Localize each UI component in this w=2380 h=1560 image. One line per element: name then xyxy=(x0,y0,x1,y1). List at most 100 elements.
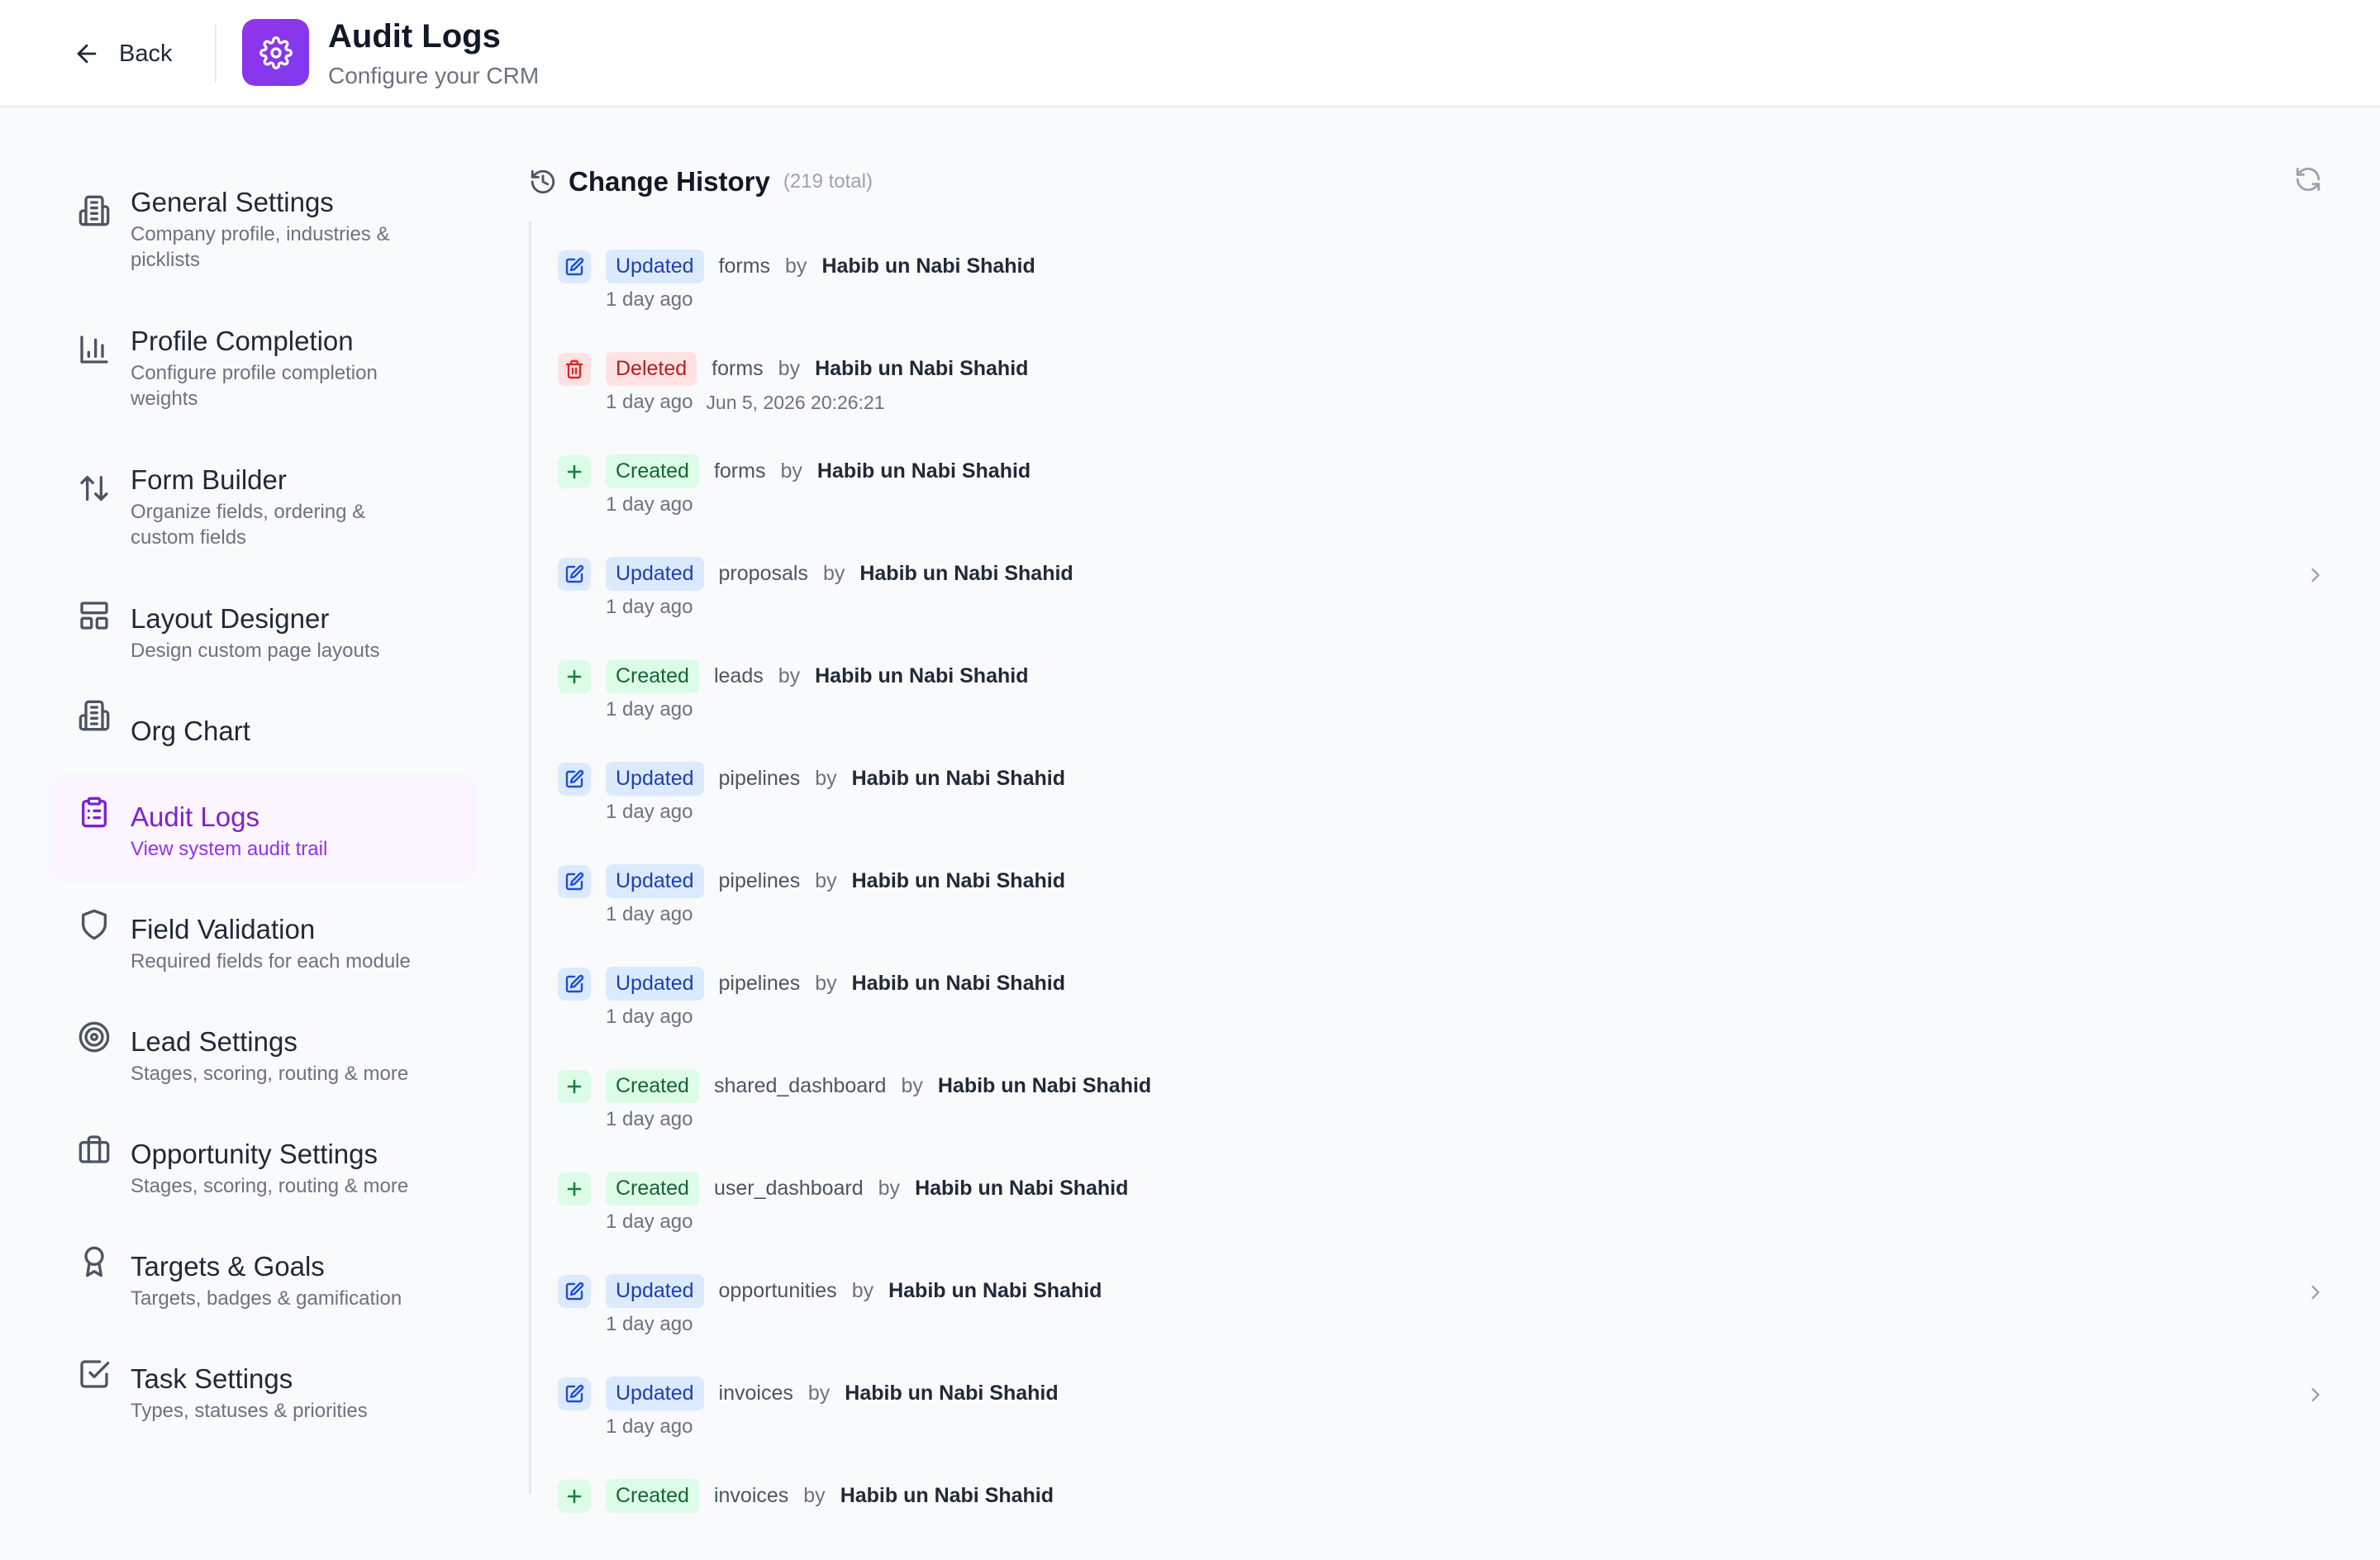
relative-time: 1 day ago xyxy=(606,1210,693,1233)
chevron-right-icon[interactable] xyxy=(2304,1383,2327,1406)
action-badge: Deleted xyxy=(606,351,697,386)
log-entry-summary: Updated opportunities by Habib un Nabi Shah… xyxy=(606,1272,1102,1309)
entity-name: opportunities xyxy=(718,1278,837,1302)
action-badge: Updated xyxy=(606,761,704,796)
log-entry[interactable]: Updated opportunities by Habib un Nabi Shah… xyxy=(554,1264,2339,1355)
sidebar-item-description: Targets, badges & gamification xyxy=(131,1287,402,1310)
chevron-right-icon[interactable] xyxy=(2304,564,2327,587)
user-name: Habib un Nabi Shahid xyxy=(815,663,1029,687)
sidebar-item-audit-logs[interactable]: Audit Logs View system audit trail xyxy=(50,775,478,881)
sidebar-item-general-settings[interactable]: General Settings Company profile, industr… xyxy=(50,180,478,271)
by-label: by xyxy=(815,868,837,892)
action-badge: Updated xyxy=(606,966,704,1001)
entity-name: shared_dashboard xyxy=(713,1073,887,1097)
user-name: Habib un Nabi Shahid xyxy=(816,459,1031,483)
sidebar-item-lead-settings[interactable]: Lead Settings Stages, scoring, routing & … xyxy=(50,1020,478,1094)
log-entry-meta: 1 day ago xyxy=(606,1005,693,1030)
log-entry-summary: Updated forms by Habib un Nabi Shahid xyxy=(606,248,1035,284)
sidebar-item-opportunity-settings[interactable]: Opportunity Settings Stages, scoring, rou… xyxy=(50,1132,478,1206)
action-badge: Updated xyxy=(606,249,704,283)
user-name: Habib un Nabi Shahid xyxy=(859,561,1073,585)
briefcase-icon xyxy=(78,1133,111,1166)
sidebar-item-title: Lead Settings xyxy=(131,1026,298,1057)
chevron-right-icon[interactable] xyxy=(2304,1281,2327,1304)
edit-icon xyxy=(558,1275,591,1308)
edit-icon xyxy=(558,250,591,283)
entity-name: pipelines xyxy=(718,766,801,790)
sidebar-item-description: Stages, scoring, routing & more xyxy=(131,1175,409,1197)
header-divider xyxy=(215,25,217,83)
settings-badge xyxy=(242,19,309,86)
log-entry-summary: Updated pipelines by Habib un Nabi Shahid xyxy=(606,965,1065,1001)
log-entry-meta: 1 day ago xyxy=(606,697,693,722)
entity-name: pipelines xyxy=(718,971,801,995)
sidebar-item-targets-and-goals[interactable]: Targets & Goals Targets, badges & gamific… xyxy=(50,1244,478,1319)
action-badge: Created xyxy=(606,1068,699,1103)
user-name: Habib un Nabi Shahid xyxy=(915,1176,1129,1200)
back-button[interactable]: Back xyxy=(73,33,172,74)
log-entry[interactable]: Created user_dashboard by Habib un Nabi Sha… xyxy=(554,1162,2339,1253)
user-name: Habib un Nabi Shahid xyxy=(937,1073,1152,1097)
sidebar-item-description: Organize fields, ordering & custom field… xyxy=(131,501,366,549)
sidebar-item-task-settings[interactable]: Task Settings Types, statuses & prioritie… xyxy=(50,1357,478,1431)
by-label: by xyxy=(807,1381,831,1405)
relative-time: 1 day ago xyxy=(606,903,693,925)
relative-time: 1 day ago xyxy=(606,288,693,311)
award-icon xyxy=(78,1245,111,1278)
log-entry[interactable]: Created leads by Habib un Nabi Shahid 1 day … xyxy=(554,649,2339,740)
plus-icon xyxy=(558,1172,591,1206)
sidebar-item-description: View system audit trail xyxy=(131,838,328,860)
timeline-line xyxy=(529,221,531,1494)
entity-name: proposals xyxy=(718,561,808,585)
log-entry[interactable]: Updated forms by Habib un Nabi Shahid 1 day … xyxy=(554,240,2339,331)
plus-icon xyxy=(558,1070,591,1103)
log-entry[interactable]: Updated proposals by Habib un Nabi Shahid 1 … xyxy=(554,547,2339,638)
sidebar-item-title: Org Chart xyxy=(131,716,250,746)
edit-icon xyxy=(558,1377,591,1410)
sidebar-item-org-chart[interactable]: Org Chart xyxy=(50,700,478,783)
total-count: (219 total) xyxy=(783,170,873,193)
action-badge: Created xyxy=(606,1478,699,1513)
entity-name: invoices xyxy=(718,1381,793,1405)
top-header: Back Audit Logs Configure your CRM xyxy=(0,0,2380,107)
by-label: by xyxy=(851,1278,874,1302)
building-icon xyxy=(78,699,111,732)
log-entry[interactable]: Deleted forms by Habib un Nabi Shahid 1 day … xyxy=(554,342,2339,433)
page-subtitle: Configure your CRM xyxy=(328,63,540,88)
log-entry-meta: 1 day ago xyxy=(606,902,693,927)
user-name: Habib un Nabi Shahid xyxy=(821,254,1035,278)
sidebar-item-layout-designer[interactable]: Layout Designer Design custom page layout… xyxy=(50,597,478,671)
user-name: Habib un Nabi Shahid xyxy=(851,971,1065,995)
action-badge: Updated xyxy=(606,1376,704,1410)
check-square-icon xyxy=(78,1358,111,1391)
log-entry[interactable]: Updated invoices by Habib un Nabi Shahid 1 d… xyxy=(554,1367,2339,1458)
sidebar-item-form-builder[interactable]: Form Builder Organize fields, ordering & … xyxy=(50,458,478,549)
log-entry[interactable]: Updated pipelines by Habib un Nabi Shahid 1 … xyxy=(554,752,2339,843)
exact-timestamp: Jun 5, 2026 20:26:21 xyxy=(706,391,885,413)
log-entry[interactable]: Updated pipelines by Habib un Nabi Shahid 1 … xyxy=(554,957,2339,1048)
log-entry[interactable]: Created forms by Habib un Nabi Shahid 1 day … xyxy=(554,445,2339,535)
sidebar-item-description: Configure profile completion weights xyxy=(131,362,378,410)
sidebar-item-title: Form Builder xyxy=(131,464,287,495)
sidebar-item-description: Design custom page layouts xyxy=(131,640,380,662)
layout-icon xyxy=(78,599,111,632)
log-entry-summary: Updated invoices by Habib un Nabi Shahid xyxy=(606,1375,1059,1411)
relative-time: 1 day ago xyxy=(606,801,693,823)
log-entry[interactable]: Created invoices by Habib un Nabi Shahid xyxy=(554,1469,2339,1560)
user-name: Habib un Nabi Shahid xyxy=(888,1278,1102,1302)
refresh-icon xyxy=(2294,165,2322,193)
sort-arrows-icon xyxy=(78,472,111,505)
log-entry[interactable]: Updated pipelines by Habib un Nabi Shahid 1 … xyxy=(554,854,2339,945)
sidebar-item-field-validation[interactable]: Field Validation Required fields for each… xyxy=(50,907,478,982)
log-entry-meta: 1 day ago xyxy=(606,492,693,517)
sidebar-item-title: Task Settings xyxy=(131,1363,293,1394)
sidebar-item-profile-completion[interactable]: Profile Completion Configure profile comp… xyxy=(50,319,478,410)
refresh-button[interactable] xyxy=(2294,165,2322,193)
entity-name: pipelines xyxy=(718,868,801,892)
log-entry-summary: Created invoices by Habib un Nabi Shahid xyxy=(606,1477,1054,1514)
shield-icon xyxy=(78,908,111,941)
action-badge: Updated xyxy=(606,1273,704,1308)
relative-time: 1 day ago xyxy=(606,1313,693,1335)
log-entry-meta: 1 day ago Jun 5, 2026 20:26:21 xyxy=(606,390,885,415)
log-entry[interactable]: Created shared_dashboard by Habib un Nabi S… xyxy=(554,1059,2339,1150)
